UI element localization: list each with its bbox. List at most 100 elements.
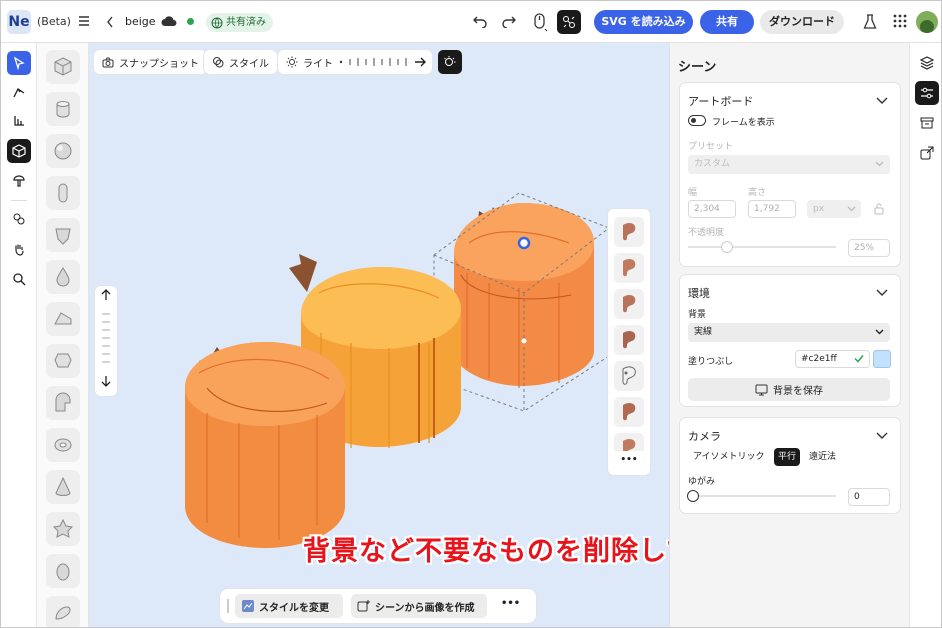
create-image-button[interactable]: シーンから画像を作成 — [351, 594, 487, 618]
save-background-label: 背景を保存 — [773, 386, 823, 397]
variation-thumbnail[interactable] — [614, 253, 644, 283]
cloud-icon — [160, 14, 178, 31]
properties-panel: シーン アートボード フレームを表示 プリセット カスタム 幅 高さ 2,304… — [669, 43, 909, 627]
document-name[interactable]: beige — [125, 15, 156, 28]
artboard-section: アートボード フレームを表示 プリセット カスタム 幅 高さ 2,304 1,7… — [679, 82, 901, 267]
bottom-action-bar: スタイルを変更 シーンから画像を作成 ••• — [220, 589, 536, 623]
layers-icon[interactable] — [915, 51, 939, 75]
style-preset-icon — [242, 600, 254, 612]
torus-shape-icon[interactable] — [46, 428, 80, 462]
variation-more-button[interactable]: ••• — [608, 455, 650, 465]
width-input[interactable]: 2,304 — [688, 200, 736, 218]
export-image-icon[interactable] — [915, 141, 939, 165]
selection-handle — [517, 236, 531, 250]
avatar[interactable] — [916, 11, 938, 33]
text-tool-icon[interactable] — [7, 109, 31, 133]
drag-handle[interactable] — [227, 599, 229, 613]
cylinder-shape-icon[interactable] — [46, 92, 80, 126]
fill-color-input[interactable]: #c2e1ff — [795, 350, 870, 368]
pen-tool-icon[interactable] — [7, 80, 31, 104]
fill-color-swatch[interactable] — [873, 350, 891, 368]
flask-icon[interactable] — [863, 13, 877, 34]
cube-shape-icon[interactable] — [46, 50, 80, 84]
variation-thumbnail[interactable] — [614, 325, 644, 355]
camera-mode-perspective[interactable]: 遠近法 — [805, 448, 840, 466]
drop-shape-icon[interactable] — [46, 260, 80, 294]
mushroom-tool-icon[interactable] — [7, 169, 31, 193]
menu-icon[interactable] — [77, 14, 91, 31]
apps-grid-icon[interactable] — [893, 14, 907, 31]
preset-select[interactable]: カスタム — [688, 155, 890, 174]
3d-object-tool-icon[interactable] — [7, 139, 31, 163]
opacity-slider[interactable] — [688, 241, 836, 253]
variation-thumbnail[interactable] — [614, 361, 644, 391]
save-background-button[interactable]: 背景を保存 — [688, 378, 890, 401]
preset-label: プリセット — [688, 142, 734, 152]
background-value: 実線 — [694, 327, 713, 337]
chevron-down-icon[interactable] — [876, 95, 888, 108]
create-image-label: シーンから画像を作成 — [375, 602, 475, 614]
shape-palette — [37, 43, 89, 627]
redo-icon[interactable] — [501, 14, 517, 31]
left-toolbar — [1, 43, 37, 627]
archive-icon[interactable] — [915, 111, 939, 135]
fill-label: 塗りつぶし — [688, 357, 734, 367]
app-logo[interactable]: Ne — [7, 10, 31, 34]
star-shape-icon[interactable] — [46, 512, 80, 546]
panel-title: シーン — [678, 60, 717, 75]
blob-shape-icon[interactable] — [46, 596, 80, 627]
undo-icon[interactable] — [472, 14, 488, 31]
globe-icon — [211, 17, 223, 28]
hexagon-shape-icon[interactable] — [46, 344, 80, 378]
lock-icon[interactable] — [874, 202, 884, 218]
chevron-down-icon[interactable] — [876, 430, 888, 443]
variation-thumbnail[interactable] — [614, 397, 644, 427]
scene-canvas[interactable]: スナップショット スタイル ライト ••• 背景など不要なものを削除し スタイル… — [89, 43, 669, 627]
cone-shape-icon[interactable] — [46, 470, 80, 504]
environment-section: 環境 背景 実線 塗りつぶし #c2e1ff 背景を保存 — [679, 274, 901, 407]
distortion-slider[interactable] — [687, 490, 836, 502]
capsule-shape-icon[interactable] — [46, 176, 80, 210]
select-tool-icon[interactable] — [7, 51, 31, 75]
camera-title: カメラ — [688, 430, 721, 443]
fill-color-value: #c2e1ff — [801, 354, 837, 364]
shapes-tool-icon[interactable] — [7, 207, 31, 231]
gem-shape-icon[interactable] — [46, 218, 80, 252]
mouse-icon[interactable] — [532, 12, 548, 35]
share-status-badge[interactable]: 共有済み — [206, 13, 273, 32]
unit-select[interactable]: px — [807, 200, 861, 218]
distortion-input[interactable]: 0 — [848, 488, 890, 506]
arch-shape-icon[interactable] — [46, 386, 80, 420]
app-window: Ne (Beta) beige 共有済み SVG を読み込み 共有 ダウンロード… — [0, 0, 942, 628]
artboard-title: アートボード — [688, 95, 754, 108]
import-svg-button[interactable]: SVG を読み込み — [594, 10, 693, 34]
variation-thumbnail[interactable] — [614, 289, 644, 319]
opacity-input[interactable]: 25% — [848, 239, 890, 257]
zoom-tool-icon[interactable] — [7, 267, 31, 291]
camera-mode-isometric[interactable]: アイソメトリック — [688, 448, 770, 466]
wedge-shape-icon[interactable] — [46, 302, 80, 336]
height-input[interactable]: 1,792 — [748, 200, 796, 218]
egg-shape-icon[interactable] — [46, 554, 80, 588]
variation-thumbnail[interactable] — [614, 217, 644, 247]
background-select[interactable]: 実線 — [688, 323, 890, 342]
download-button[interactable]: ダウンロード — [760, 10, 844, 34]
share-status-label: 共有済み — [226, 17, 266, 28]
chevron-down-icon[interactable] — [876, 287, 888, 300]
variation-strip: ••• — [608, 209, 650, 475]
ai-assist-icon[interactable] — [557, 10, 581, 34]
change-style-label: スタイルを変更 — [259, 602, 329, 614]
back-chevron-icon[interactable] — [105, 15, 115, 32]
show-frame-toggle[interactable] — [688, 115, 706, 126]
distortion-label: ゆがみ — [688, 477, 716, 487]
camera-mode-parallel[interactable]: 平行 — [774, 448, 800, 466]
sphere-shape-icon[interactable] — [46, 134, 80, 168]
background-label: 背景 — [688, 310, 707, 320]
change-style-button[interactable]: スタイルを変更 — [235, 594, 343, 618]
hand-tool-icon[interactable] — [7, 237, 31, 261]
top-bar: Ne (Beta) beige 共有済み SVG を読み込み 共有 ダウンロード — [1, 1, 941, 43]
variation-thumbnail[interactable] — [614, 433, 644, 451]
properties-sliders-icon[interactable] — [915, 81, 939, 105]
more-options-button[interactable]: ••• — [501, 598, 520, 609]
share-button[interactable]: 共有 — [700, 10, 754, 34]
